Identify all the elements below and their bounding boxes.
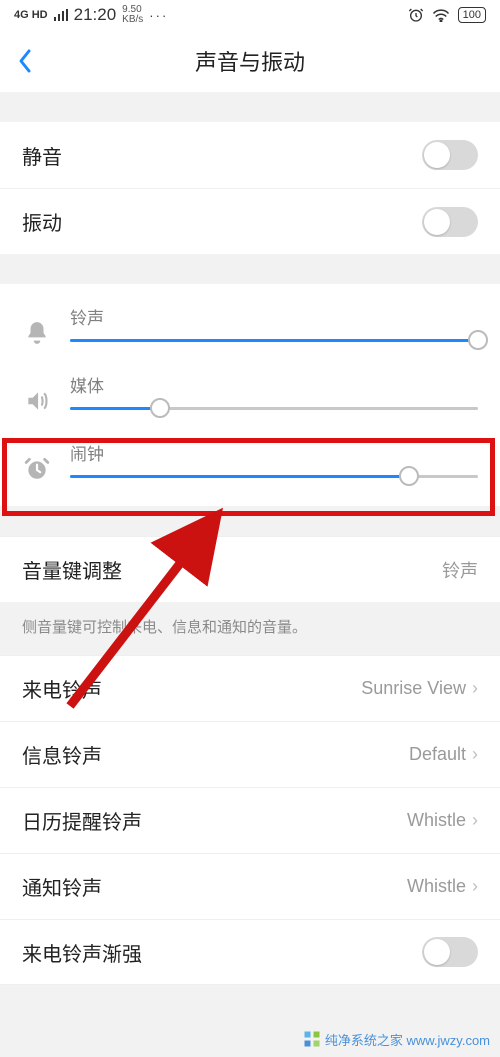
status-bar: 4G HD 21:20 9.50 KB/s ··· 100 xyxy=(0,0,500,30)
chevron-right-icon: › xyxy=(472,876,478,897)
volume-key-value: 铃声 xyxy=(442,557,478,583)
chevron-right-icon: › xyxy=(472,810,478,831)
media-slider-label: 媒体 xyxy=(70,372,478,397)
silent-row[interactable]: 静音 xyxy=(0,122,500,188)
media-volume-row: 媒体 xyxy=(0,364,500,432)
silent-toggle[interactable] xyxy=(422,140,478,170)
alarm-slider[interactable] xyxy=(70,475,478,478)
calendar-ringtone-value: Whistle xyxy=(407,810,466,831)
vibrate-label: 振动 xyxy=(22,207,62,236)
calendar-ringtone-label: 日历提醒铃声 xyxy=(22,806,142,835)
speaker-icon xyxy=(22,386,52,416)
notify-ringtone-row[interactable]: 通知铃声 Whistle › xyxy=(0,853,500,919)
message-ringtone-label: 信息铃声 xyxy=(22,740,102,769)
chevron-right-icon: › xyxy=(472,744,478,765)
alarm-slider-label: 闹钟 xyxy=(70,440,478,465)
vibrate-row[interactable]: 振动 xyxy=(0,188,500,254)
back-button[interactable] xyxy=(10,46,40,76)
alarm-status-icon xyxy=(408,7,424,23)
wifi-icon xyxy=(432,8,450,22)
message-ringtone-value: Default xyxy=(409,744,466,765)
watermark-text: 纯净系统之家 www.jwzy.com xyxy=(325,1030,490,1049)
bell-icon xyxy=(22,318,52,348)
volume-key-label: 音量键调整 xyxy=(22,555,122,584)
ringtone-slider[interactable] xyxy=(70,339,478,342)
alarm-icon xyxy=(22,454,52,484)
calendar-ringtone-row[interactable]: 日历提醒铃声 Whistle › xyxy=(0,787,500,853)
incoming-ringtone-row[interactable]: 来电铃声 Sunrise View › xyxy=(0,655,500,721)
chevron-right-icon: › xyxy=(472,678,478,699)
watermark-logo-icon xyxy=(303,1030,321,1048)
battery-indicator: 100 xyxy=(458,7,486,23)
notify-ringtone-label: 通知铃声 xyxy=(22,872,102,901)
message-ringtone-row[interactable]: 信息铃声 Default › xyxy=(0,721,500,787)
alarm-volume-row: 闹钟 xyxy=(0,432,500,500)
fadein-row[interactable]: 来电铃声渐强 xyxy=(0,919,500,985)
silent-label: 静音 xyxy=(22,141,62,170)
fadein-toggle[interactable] xyxy=(422,937,478,967)
fadein-label: 来电铃声渐强 xyxy=(22,938,142,967)
watermark: 纯净系统之家 www.jwzy.com xyxy=(0,1021,500,1057)
network-indicator: 4G HD xyxy=(14,9,48,21)
page-title: 声音与振动 xyxy=(0,45,500,77)
page-header: 声音与振动 xyxy=(0,30,500,92)
more-dots: ··· xyxy=(149,8,168,23)
incoming-ringtone-value: Sunrise View xyxy=(361,678,466,699)
volume-key-row[interactable]: 音量键调整 铃声 xyxy=(0,536,500,602)
notify-ringtone-value: Whistle xyxy=(407,876,466,897)
ringtone-slider-label: 铃声 xyxy=(70,304,478,329)
clock-text: 21:20 xyxy=(74,5,117,25)
vibrate-toggle[interactable] xyxy=(422,207,478,237)
ringtone-volume-row: 铃声 xyxy=(0,296,500,364)
volume-key-description: 侧音量键可控制来电、信息和通知的音量。 xyxy=(0,602,500,655)
incoming-ringtone-label: 来电铃声 xyxy=(22,674,102,703)
kbps-unit: KB/s xyxy=(122,15,143,25)
signal-icon xyxy=(54,9,68,21)
volume-sliders-section: 铃声 媒体 闹钟 xyxy=(0,284,500,506)
media-slider[interactable] xyxy=(70,407,478,410)
